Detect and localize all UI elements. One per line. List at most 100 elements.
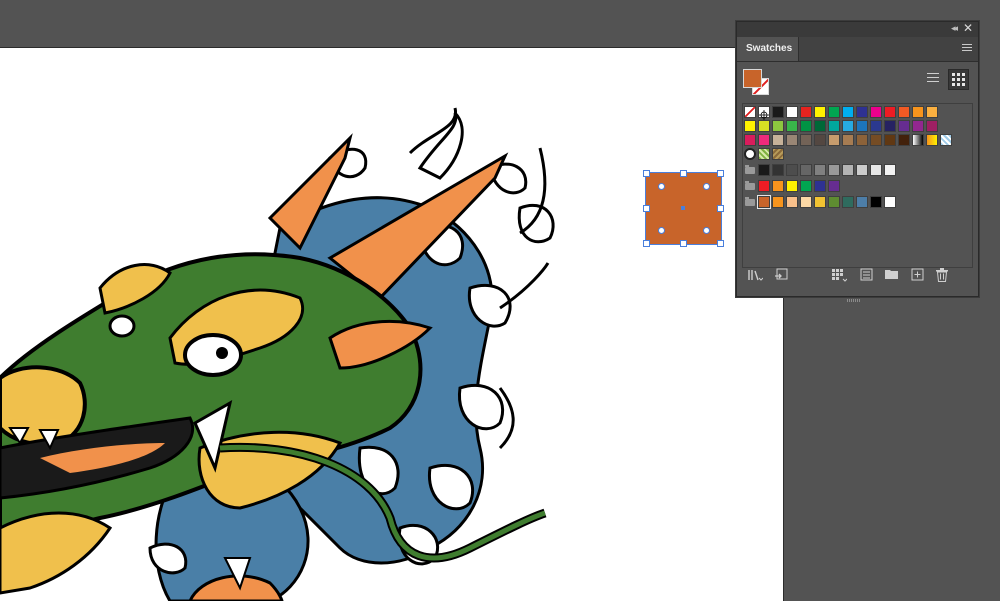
swatch-bright[interactable] (814, 180, 826, 192)
swatch-document[interactable] (884, 196, 896, 208)
swatch-pattern[interactable] (744, 148, 756, 160)
swatch[interactable] (772, 120, 784, 132)
corner-widget-bl[interactable] (658, 227, 665, 234)
swatch[interactable] (884, 106, 896, 118)
swatch[interactable] (800, 120, 812, 132)
swatch-gray[interactable] (884, 164, 896, 176)
swatch[interactable] (814, 106, 826, 118)
swatch-bright[interactable] (800, 180, 812, 192)
swatch[interactable] (772, 106, 784, 118)
swatch[interactable] (786, 134, 798, 146)
swatch[interactable] (786, 106, 798, 118)
dragon-illustration[interactable] (0, 48, 783, 601)
hamburger-menu-icon[interactable] (962, 42, 972, 53)
swatch-gray[interactable] (870, 164, 882, 176)
artboard[interactable] (0, 47, 784, 601)
list-view-button[interactable] (923, 70, 943, 90)
place-swatch-icon[interactable] (773, 268, 789, 284)
swatch-gray[interactable] (758, 164, 770, 176)
swatch-pattern[interactable] (758, 148, 770, 160)
swatch[interactable] (786, 120, 798, 132)
swatch-document[interactable] (814, 196, 826, 208)
swatch[interactable] (884, 120, 896, 132)
bbox-handle-mr[interactable] (717, 205, 724, 212)
swatch[interactable] (926, 106, 938, 118)
corner-widget-tl[interactable] (658, 183, 665, 190)
swatch-document[interactable] (786, 196, 798, 208)
swatch[interactable] (828, 106, 840, 118)
swatch-gray[interactable] (800, 164, 812, 176)
bbox-handle-bl[interactable] (643, 240, 650, 247)
corner-widget-tr[interactable] (703, 183, 710, 190)
swatch-gray[interactable] (856, 164, 868, 176)
swatch[interactable] (856, 134, 868, 146)
swatch-bright[interactable] (786, 180, 798, 192)
swatch-bright[interactable] (828, 180, 840, 192)
swatch[interactable] (912, 120, 924, 132)
swatch[interactable] (800, 106, 812, 118)
new-color-group-icon[interactable] (883, 268, 899, 284)
swatch[interactable] (926, 120, 938, 132)
swatch[interactable] (814, 134, 826, 146)
new-swatch-icon[interactable] (909, 268, 925, 284)
panel-titlebar[interactable]: ◂◂ ✕ (737, 21, 978, 37)
swatch-document[interactable] (828, 196, 840, 208)
corner-widget-br[interactable] (703, 227, 710, 234)
swatch[interactable] (828, 120, 840, 132)
swatch[interactable] (842, 106, 854, 118)
swatch-document[interactable] (870, 196, 882, 208)
swatch-bright[interactable] (772, 180, 784, 192)
swatch[interactable] (940, 134, 952, 146)
swatch[interactable] (814, 120, 826, 132)
swatch-gray[interactable] (828, 164, 840, 176)
swatch-gray[interactable] (814, 164, 826, 176)
swatch-none[interactable] (744, 106, 756, 118)
swatch-document[interactable] (772, 196, 784, 208)
swatch[interactable] (758, 120, 770, 132)
folder-icon[interactable] (745, 197, 755, 206)
bbox-handle-tr[interactable] (717, 170, 724, 177)
double-chevron-left-icon[interactable]: ◂◂ (951, 23, 958, 34)
fill-swatch[interactable] (743, 69, 762, 88)
delete-swatch-icon[interactable] (934, 268, 950, 284)
fill-stroke-indicator[interactable] (743, 69, 773, 99)
swatch[interactable] (926, 134, 938, 146)
panel-resize-grip[interactable] (847, 289, 867, 302)
swatch[interactable] (744, 120, 756, 132)
bbox-handle-ml[interactable] (643, 205, 650, 212)
close-icon[interactable]: ✕ (963, 21, 973, 35)
swatch[interactable] (870, 106, 882, 118)
swatch[interactable] (828, 134, 840, 146)
swatch[interactable] (870, 134, 882, 146)
swatch[interactable] (856, 106, 868, 118)
swatch[interactable] (842, 120, 854, 132)
swatch[interactable] (898, 134, 910, 146)
grid-view-button[interactable] (948, 69, 969, 90)
swatch[interactable] (842, 134, 854, 146)
swatch-registration[interactable] (758, 106, 770, 120)
swatch[interactable] (898, 120, 910, 132)
swatch-gray[interactable] (772, 164, 784, 176)
swatch[interactable] (870, 120, 882, 132)
swatch-libraries-menu-icon[interactable] (747, 268, 764, 284)
swatch-gray[interactable] (842, 164, 854, 176)
swatch[interactable] (884, 134, 896, 146)
swatch[interactable] (912, 134, 924, 146)
folder-icon[interactable] (745, 181, 755, 190)
swatch[interactable] (898, 106, 910, 118)
swatch[interactable] (800, 134, 812, 146)
swatch-gray[interactable] (786, 164, 798, 176)
swatch-document[interactable] (842, 196, 854, 208)
swatch-document[interactable] (800, 196, 812, 208)
swatch[interactable] (856, 120, 868, 132)
swatch-document-selected[interactable] (757, 195, 771, 209)
swatch[interactable] (912, 106, 924, 118)
tab-swatches[interactable]: Swatches (737, 37, 799, 61)
swatch[interactable] (744, 134, 756, 146)
folder-icon[interactable] (745, 165, 755, 174)
swatch-pattern[interactable] (772, 148, 784, 160)
selected-rectangle[interactable] (643, 170, 724, 247)
bbox-handle-br[interactable] (717, 240, 724, 247)
swatch-document[interactable] (856, 196, 868, 208)
swatch[interactable] (772, 134, 784, 146)
